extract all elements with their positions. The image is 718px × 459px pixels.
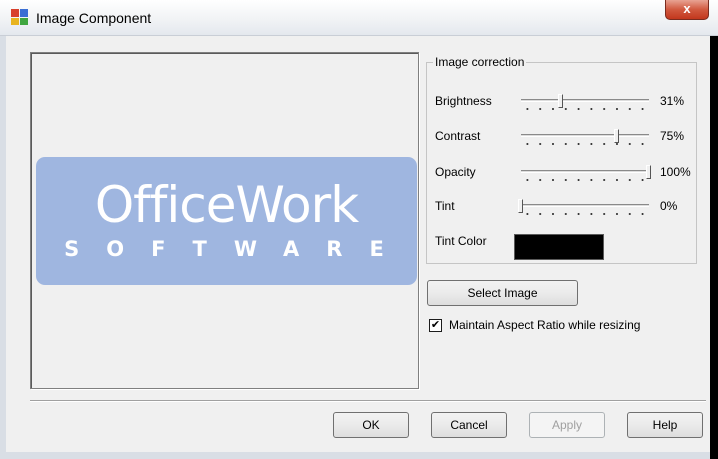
dialog-window: Image Component x OfficeWork SOFTWARE Im… [0, 0, 718, 459]
brightness-slider[interactable] [521, 94, 649, 108]
opacity-value: 100% [660, 165, 691, 179]
tint-row: Tint 0% [427, 199, 698, 227]
title-bar[interactable]: Image Component x [0, 0, 718, 36]
cancel-button[interactable]: Cancel [431, 412, 507, 438]
tint-slider-thumb[interactable] [518, 199, 523, 213]
close-button[interactable]: x [665, 0, 709, 20]
contrast-label: Contrast [435, 129, 481, 143]
logo-main-text: OfficeWork [94, 176, 359, 234]
brightness-value: 31% [660, 94, 685, 108]
opacity-slider[interactable] [521, 165, 651, 179]
brightness-slider-thumb[interactable] [557, 94, 563, 108]
opacity-ticks [521, 178, 649, 182]
window-frame-right [710, 36, 718, 459]
brightness-ticks [521, 107, 649, 111]
contrast-value: 75% [660, 129, 685, 143]
contrast-ticks [521, 142, 649, 146]
opacity-label: Opacity [435, 165, 476, 179]
opacity-slider-thumb[interactable] [646, 165, 651, 179]
maintain-aspect-label: Maintain Aspect Ratio while resizing [449, 318, 641, 332]
contrast-slider-thumb[interactable] [614, 129, 619, 143]
brightness-row: Brightness 31% [427, 94, 698, 122]
checkmark-icon: ✔ [430, 319, 441, 331]
image-component-icon [11, 9, 28, 25]
logo-sub-text: SOFTWARE [64, 237, 411, 261]
select-image-button[interactable]: Select Image [427, 280, 578, 306]
window-title: Image Component [36, 10, 152, 26]
footer-separator [30, 400, 706, 402]
image-correction-group: Image correction Brightness 31% Contrast… [426, 55, 697, 264]
ok-button[interactable]: OK [333, 412, 409, 438]
apply-button: Apply [529, 412, 605, 438]
close-icon: x [683, 1, 691, 16]
tint-color-label: Tint Color [435, 234, 487, 248]
tint-slider[interactable] [518, 199, 649, 213]
tint-color-swatch[interactable] [514, 234, 604, 260]
opacity-row: Opacity 100% [427, 165, 698, 193]
contrast-slider[interactable] [521, 129, 649, 143]
brightness-label: Brightness [435, 94, 492, 108]
window-frame-bottom [0, 452, 710, 459]
image-correction-legend: Image correction [435, 55, 525, 69]
window-frame-left [0, 36, 6, 459]
contrast-row: Contrast 75% [427, 129, 698, 157]
officework-logo: OfficeWork SOFTWARE [36, 157, 417, 285]
image-preview: OfficeWork SOFTWARE [30, 52, 419, 389]
maintain-aspect-checkbox[interactable]: ✔ [429, 319, 442, 332]
tint-value: 0% [660, 199, 678, 213]
tint-label: Tint [435, 199, 455, 213]
help-button[interactable]: Help [627, 412, 703, 438]
tint-ticks [521, 212, 649, 216]
